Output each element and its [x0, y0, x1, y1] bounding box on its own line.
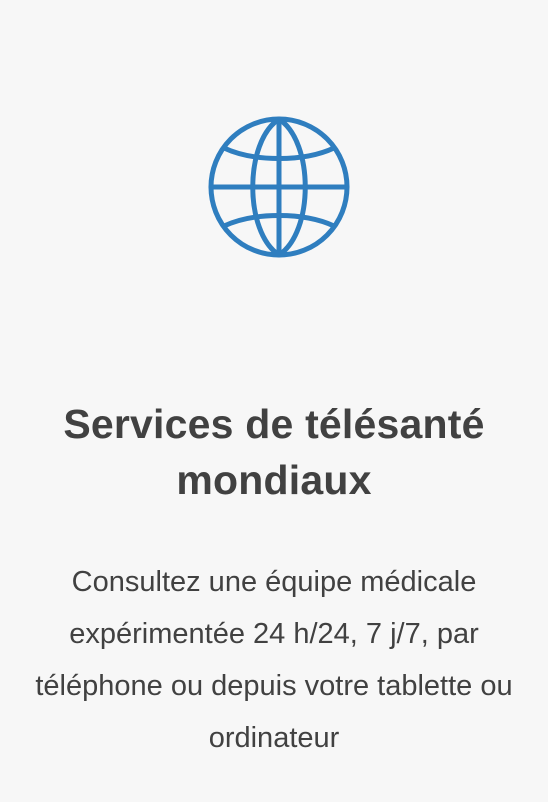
card-description: Consultez une équipe médicale expériment…: [35, 566, 513, 754]
card-title: Services de télésanté mondiaux: [63, 401, 485, 503]
telehealth-feature-card: Services de télésanté mondiaux Consultez…: [0, 0, 548, 802]
globe-icon: [206, 114, 352, 260]
